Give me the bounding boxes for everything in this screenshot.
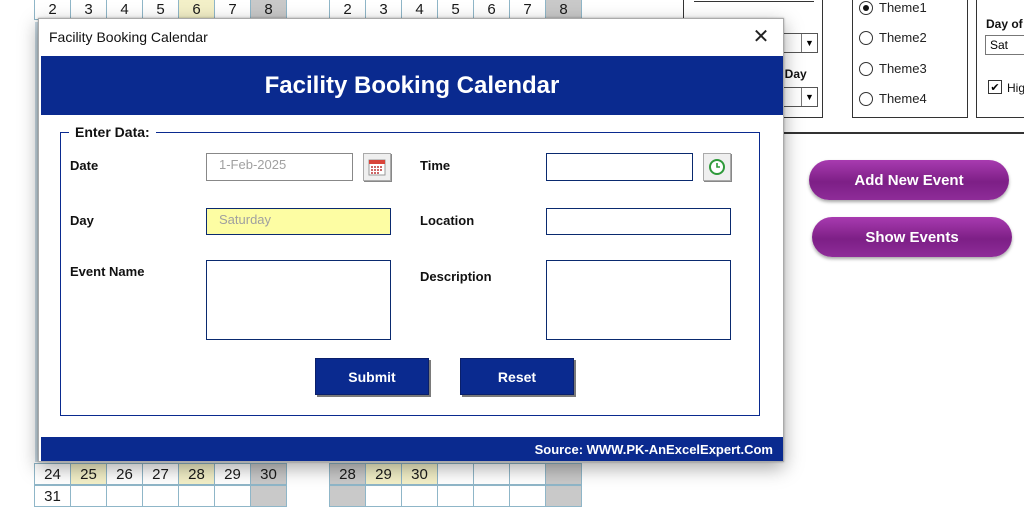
grid-cell[interactable]: 8 (545, 0, 582, 20)
theme-option[interactable]: Theme4 (859, 91, 927, 106)
event-name-field[interactable] (206, 260, 391, 340)
radio-icon (859, 30, 873, 45)
source-footer: Source: WWW.PK-AnExcelExpert.Com (41, 437, 783, 461)
grid-cell[interactable] (473, 463, 510, 485)
grid-cell[interactable]: 31 (34, 485, 71, 507)
day-dropdown[interactable]: ▼ (778, 87, 818, 107)
frame-legend: Enter Data: (69, 124, 156, 140)
grid-cell[interactable] (473, 485, 510, 507)
calendar-grid-bottom-right: 28 29 30 (329, 463, 582, 485)
time-field[interactable] (546, 153, 693, 181)
day-field[interactable]: Saturday (206, 208, 391, 235)
calendar-icon[interactable] (363, 153, 391, 181)
grid-cell[interactable]: 25 (70, 463, 107, 485)
grid-cell[interactable] (214, 485, 251, 507)
highlight-label: Hig (1007, 81, 1024, 95)
chevron-down-icon: ▼ (801, 34, 817, 52)
date-field[interactable]: 1-Feb-2025 (206, 153, 353, 181)
date-label: Date (70, 158, 99, 173)
grid-cell[interactable] (509, 485, 546, 507)
radio-icon (859, 61, 873, 76)
month-dropdown[interactable]: ▼ (778, 33, 818, 53)
radio-selected-icon (859, 0, 873, 15)
calendar-grid-top-right: 2 3 4 5 6 7 8 (329, 0, 582, 20)
grid-cell[interactable]: 3 (365, 0, 402, 20)
grid-cell[interactable]: 2 (34, 0, 71, 20)
grid-cell[interactable]: 29 (214, 463, 251, 485)
grid-cell[interactable]: 7 (509, 0, 546, 20)
radio-icon (859, 91, 873, 106)
divider (694, 1, 814, 2)
chevron-down-icon: ▼ (801, 88, 817, 106)
grid-cell[interactable] (142, 485, 179, 507)
grid-cell[interactable]: 6 (473, 0, 510, 20)
grid-cell[interactable]: 6 (178, 0, 215, 20)
grid-cell[interactable] (365, 485, 402, 507)
grid-cell[interactable] (106, 485, 143, 507)
checkbox-checked-icon[interactable]: ✔ (988, 80, 1002, 94)
grid-cell[interactable] (70, 485, 107, 507)
dialog-titlebar[interactable]: Facility Booking Calendar ✕ (39, 19, 783, 56)
add-new-event-button[interactable]: Add New Event (809, 160, 1009, 200)
location-label: Location (420, 213, 475, 228)
grid-cell[interactable]: 7 (214, 0, 251, 20)
grid-cell[interactable] (437, 463, 474, 485)
calendar-grid-top-left: 2 3 4 5 6 7 8 (34, 0, 287, 20)
grid-cell[interactable] (250, 485, 287, 507)
submit-button[interactable]: Submit (315, 358, 429, 395)
description-label: Description (420, 269, 492, 284)
grid-cell[interactable] (401, 485, 438, 507)
grid-cell[interactable]: 28 (329, 463, 366, 485)
clock-icon[interactable] (703, 153, 731, 181)
description-field[interactable] (546, 260, 731, 340)
day-of-week-select[interactable]: Sat (985, 35, 1024, 55)
calendar-grid-bottom-left-2: 31 (34, 485, 287, 507)
grid-cell[interactable]: 4 (401, 0, 438, 20)
spreadsheet-background: 2 3 4 5 6 7 8 2 3 4 5 6 7 8 h ▼ n Day ▼ … (0, 0, 1024, 507)
day-label: Day (70, 213, 94, 228)
grid-cell[interactable] (329, 485, 366, 507)
grid-cell[interactable]: 29 (365, 463, 402, 485)
grid-cell[interactable]: 30 (401, 463, 438, 485)
grid-cell[interactable]: 2 (329, 0, 366, 20)
grid-cell[interactable]: 28 (178, 463, 215, 485)
grid-cell[interactable] (545, 485, 582, 507)
grid-cell[interactable] (509, 463, 546, 485)
grid-cell[interactable]: 4 (106, 0, 143, 20)
banner-title: Facility Booking Calendar (41, 56, 783, 115)
close-icon[interactable]: ✕ (749, 24, 773, 48)
time-label: Time (420, 158, 451, 173)
day-of-label: Day of (986, 17, 1023, 31)
grid-cell[interactable] (437, 485, 474, 507)
grid-cell[interactable]: 8 (250, 0, 287, 20)
grid-cell[interactable]: 24 (34, 463, 71, 485)
grid-cell[interactable]: 3 (70, 0, 107, 20)
booking-dialog: Facility Booking Calendar ✕ Facility Boo… (38, 18, 784, 462)
theme-option[interactable]: Theme1 (859, 0, 927, 15)
show-events-button[interactable]: Show Events (812, 217, 1012, 257)
grid-cell[interactable]: 27 (142, 463, 179, 485)
location-field[interactable] (546, 208, 731, 235)
grid-cell[interactable] (545, 463, 582, 485)
reset-button[interactable]: Reset (460, 358, 574, 395)
dialog-title: Facility Booking Calendar (49, 29, 208, 45)
theme-option[interactable]: Theme2 (859, 30, 927, 45)
grid-cell[interactable]: 5 (437, 0, 474, 20)
grid-cell[interactable]: 30 (250, 463, 287, 485)
theme-option[interactable]: Theme3 (859, 61, 927, 76)
calendar-grid-bottom-right-2 (329, 485, 582, 507)
grid-cell[interactable]: 26 (106, 463, 143, 485)
grid-cell[interactable]: 5 (142, 0, 179, 20)
grid-cell[interactable] (178, 485, 215, 507)
calendar-grid-bottom-left: 24 25 26 27 28 29 30 (34, 463, 287, 485)
event-name-label: Event Name (70, 264, 145, 279)
